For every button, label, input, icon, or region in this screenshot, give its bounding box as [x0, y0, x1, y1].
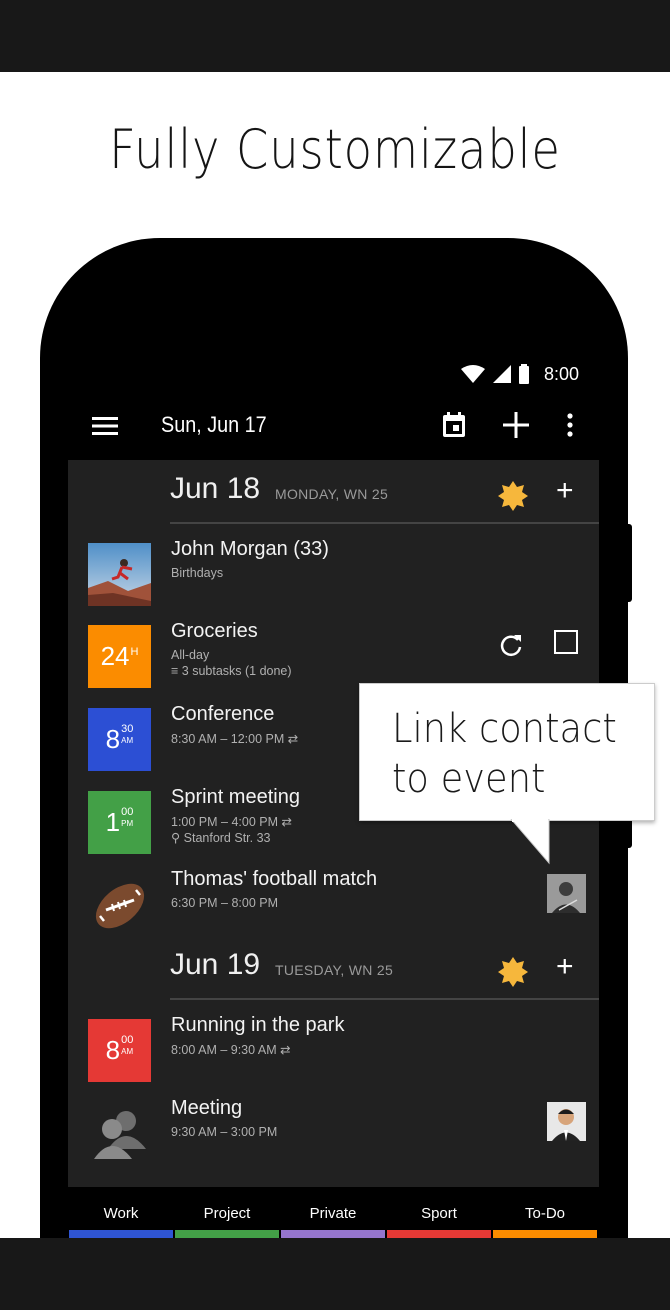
event-title: Meeting: [171, 1097, 243, 1119]
tab-label: Sport: [421, 1205, 457, 1222]
badge-ampm: AM: [121, 1046, 134, 1056]
event-row[interactable]: 8 00 AM Running in the park 8:00 AM – 9:3…: [68, 1012, 599, 1088]
weather-sun-icon: [498, 957, 528, 987]
football-icon: [95, 883, 145, 929]
tab-label: Work: [103, 1205, 139, 1222]
day-date: Jun 18: [170, 472, 261, 505]
status-time: 8:00: [544, 363, 580, 384]
badge-minute: 00: [121, 1033, 134, 1046]
day-header: Jun 18 MONDAY, WN 25 +: [170, 464, 599, 524]
event-title: Thomas' football match: [171, 868, 378, 890]
badge-hour: 8: [105, 1035, 121, 1065]
app-bar-title[interactable]: Sun, Jun 17: [161, 412, 267, 438]
linked-contact-avatar[interactable]: [547, 874, 586, 913]
app-bar: Sun, Jun 17: [70, 400, 600, 456]
badge-hour: 1: [105, 807, 121, 837]
top-band: [0, 0, 670, 72]
event-time-badge: 8 00 AM: [88, 1019, 151, 1082]
event-row[interactable]: Thomas' football match 6:30 PM – 8:00 PM: [68, 866, 599, 942]
event-location: ⚲ Stanford Str. 33: [171, 831, 271, 845]
day-subtitle: TUESDAY, WN 25: [275, 962, 394, 978]
tab-private[interactable]: Private: [281, 1200, 385, 1238]
event-time-badge: 24 H: [88, 625, 151, 688]
tab-label: Private: [309, 1205, 357, 1222]
event-title: Sprint meeting: [171, 786, 300, 808]
tab-sport[interactable]: Sport: [387, 1200, 491, 1238]
day-date: Jun 19: [170, 948, 261, 981]
event-time: 8:30 AM – 12:00 PM ⇄: [171, 732, 299, 746]
bottom-band: [0, 1238, 670, 1310]
tab-label: To-Do: [524, 1205, 565, 1222]
add-icon[interactable]: [503, 412, 529, 438]
event-time-badge: 8 30 AM: [88, 708, 151, 771]
task-checkbox[interactable]: [554, 630, 578, 654]
promo-headline: Fully Customizable: [109, 118, 561, 181]
contact-photo-icon: [88, 543, 151, 606]
event-calendar: Birthdays: [171, 566, 224, 580]
tab-color-bar: [387, 1230, 491, 1238]
event-time: 6:30 PM – 8:00 PM: [171, 896, 279, 910]
divider: [170, 522, 599, 524]
badge-minute: 30: [121, 722, 134, 735]
wifi-icon: [461, 365, 485, 383]
tab-project[interactable]: Project: [175, 1200, 279, 1238]
more-vert-icon[interactable]: [566, 413, 574, 437]
event-title: Groceries: [171, 620, 258, 642]
calendar-today-icon[interactable]: [442, 412, 466, 438]
badge-ampm: AM: [121, 735, 134, 745]
repeat-task-icon[interactable]: [498, 632, 524, 658]
event-time-badge: 1 00 PM: [88, 791, 151, 854]
event-time: 8:00 AM – 9:30 AM ⇄: [171, 1043, 291, 1057]
tab-color-bar: [69, 1230, 173, 1238]
menu-icon[interactable]: [92, 416, 118, 436]
link-contact-tooltip: Link contact to event: [359, 683, 655, 821]
badge-minute: 00: [121, 805, 134, 818]
badge-minute: H: [130, 645, 139, 658]
day-subtitle: MONDAY, WN 25: [275, 486, 389, 502]
linked-contact-avatar[interactable]: [547, 1102, 586, 1141]
tab-color-bar: [493, 1230, 597, 1238]
event-time: All-day: [171, 648, 210, 662]
event-time: 9:30 AM – 3:00 PM: [171, 1125, 278, 1139]
divider: [170, 998, 599, 1000]
weather-sun-icon: [498, 481, 528, 511]
phone-side-button: [624, 524, 632, 602]
event-subtasks: ≡ 3 subtasks (1 done): [171, 664, 292, 678]
event-row[interactable]: Meeting 9:30 AM – 3:00 PM: [68, 1095, 599, 1171]
tab-work[interactable]: Work: [69, 1200, 173, 1238]
event-time: 1:00 PM – 4:00 PM ⇄: [171, 815, 292, 829]
tooltip-line-1: Link contact: [392, 706, 617, 752]
event-title: Running in the park: [171, 1014, 345, 1036]
badge-hour: 24: [100, 641, 130, 671]
battery-icon: [519, 364, 529, 384]
badge-hour: 8: [105, 724, 121, 754]
tab-color-bar: [175, 1230, 279, 1238]
add-event-day-icon[interactable]: +: [556, 474, 574, 508]
tooltip-line-2: to event: [392, 756, 546, 802]
badge-ampm: PM: [121, 818, 134, 828]
event-title: John Morgan (33): [171, 538, 329, 560]
tab-todo[interactable]: To-Do: [493, 1200, 597, 1238]
add-event-day-icon[interactable]: +: [556, 950, 574, 984]
status-bar: 8:00: [460, 360, 579, 388]
people-group-icon: [94, 1111, 146, 1159]
tab-color-bar: [281, 1230, 385, 1238]
signal-icon: [493, 365, 511, 383]
tab-label: Project: [203, 1205, 251, 1222]
event-title: Conference: [171, 703, 275, 725]
day-header: Jun 19 TUESDAY, WN 25 +: [170, 940, 599, 1000]
category-tabs: Work Project Private Sport To-Do: [68, 1200, 599, 1238]
event-row[interactable]: John Morgan (33) Birthdays: [68, 536, 599, 612]
tooltip-pointer: [510, 819, 550, 865]
